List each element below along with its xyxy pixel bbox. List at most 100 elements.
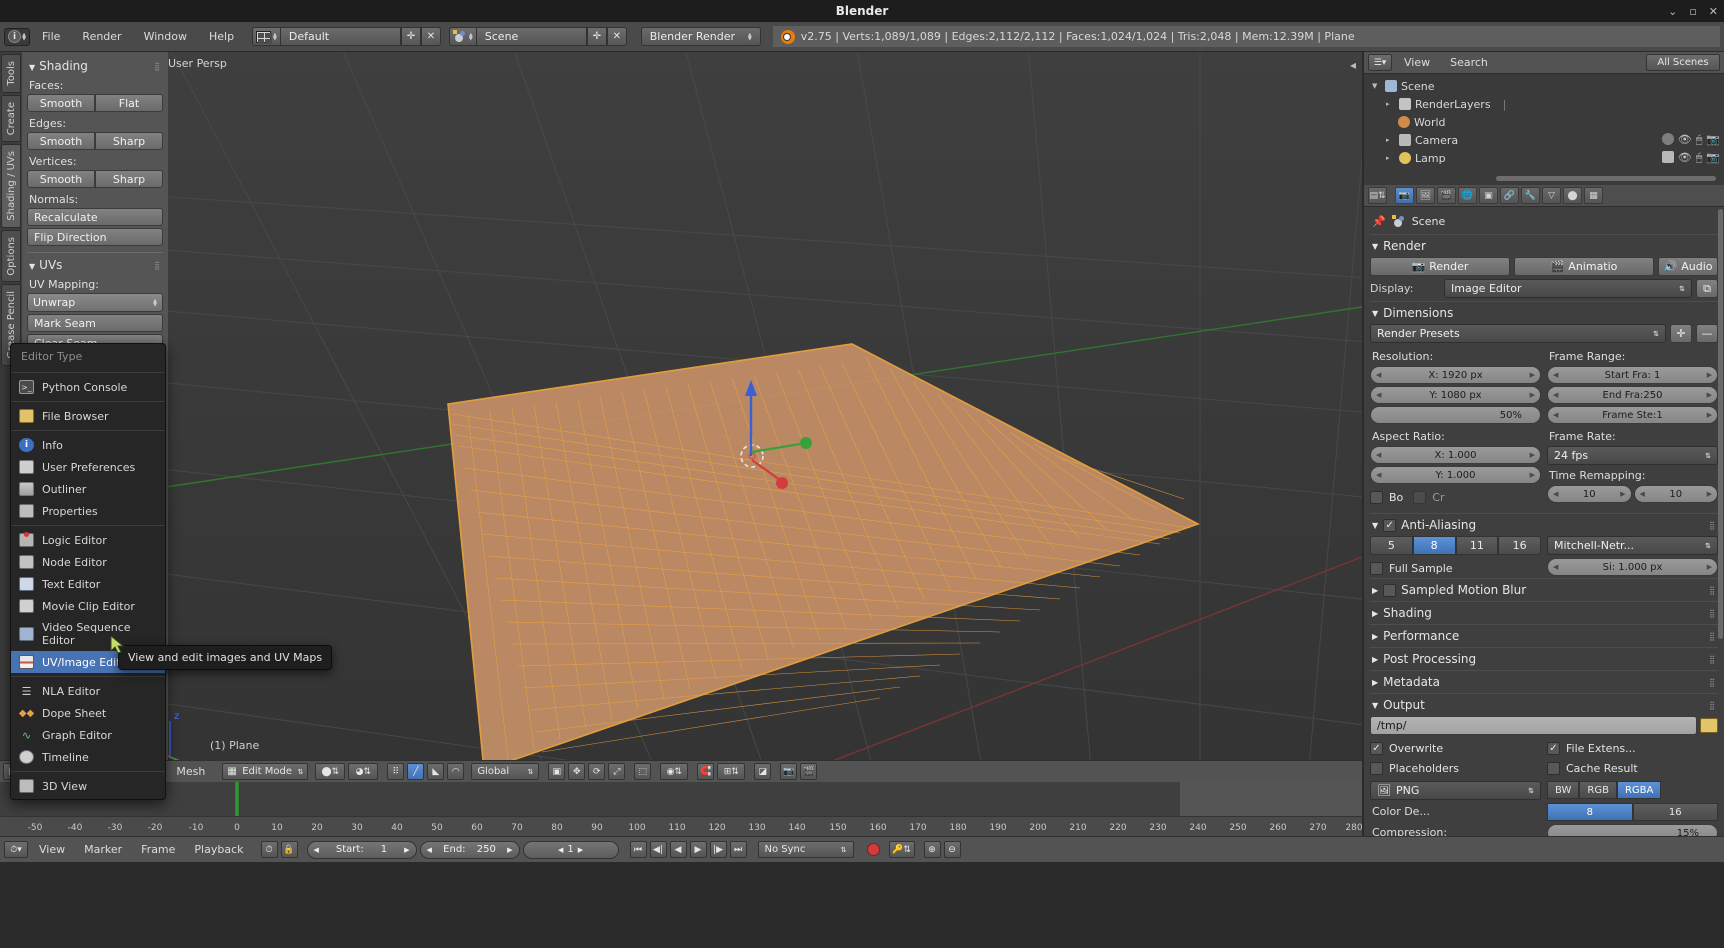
vertices-sharp-button[interactable]: Sharp <box>95 170 163 188</box>
aa-sample-8[interactable]: 8 <box>1412 536 1456 555</box>
arrow-left-icon[interactable]: ◀ <box>1553 391 1558 399</box>
motion-blur-checkbox[interactable] <box>1383 583 1397 597</box>
sidebar-item-options[interactable]: Options <box>1 229 21 283</box>
arrow-left-icon[interactable]: ◀ <box>1553 371 1558 379</box>
edges-sharp-button[interactable]: Sharp <box>95 132 163 150</box>
menu-item-timeline[interactable]: Timeline <box>11 746 165 768</box>
overwrite-row[interactable]: ✓ Overwrite <box>1370 738 1541 758</box>
crop-checkbox-row[interactable]: Cr <box>1413 487 1444 507</box>
timeline-menu-frame[interactable]: Frame <box>133 841 183 858</box>
output-path-field[interactable]: /tmp/ <box>1370 716 1697 735</box>
close-icon[interactable]: ✕ <box>1709 5 1718 18</box>
faces-flat-button[interactable]: Flat <box>95 94 163 112</box>
metadata-panel-header[interactable]: ▶ Metadata ⣿ <box>1370 670 1718 693</box>
outliner-menu-search[interactable]: Search <box>1442 54 1496 71</box>
outliner-row-toggles[interactable]: 👁 🖱 📷 <box>1661 151 1720 165</box>
delete-scene-button[interactable]: ✕ <box>606 27 627 46</box>
outliner-editor-type-button[interactable]: ☰▾ <box>1368 54 1392 71</box>
interaction-mode-select[interactable]: ▦ Edit Mode ⇅ <box>222 763 309 780</box>
render-animation-button[interactable]: 🎬 Animatio <box>1514 257 1654 276</box>
window-controls[interactable]: ⌄ ▫ ✕ <box>1668 0 1718 22</box>
menu-render[interactable]: Render <box>72 27 131 46</box>
timeline-area[interactable]: -50 -40 -30 -20 -10 0 10 20 30 40 50 60 … <box>0 782 1362 836</box>
sidebar-item-tools[interactable]: Tools <box>1 54 21 93</box>
color-mode-bw[interactable]: BW <box>1547 781 1580 799</box>
folder-icon[interactable] <box>1700 718 1718 733</box>
menu-window[interactable]: Window <box>134 27 197 46</box>
anti-aliasing-panel-header[interactable]: ▼ ✓ Anti-Aliasing ⣿ <box>1370 513 1718 536</box>
vertices-smooth-button[interactable]: Smooth <box>27 170 95 188</box>
timeline-menu-playback[interactable]: Playback <box>186 841 251 858</box>
menu-item-3d-view[interactable]: 3D View <box>11 775 165 797</box>
rotate-manipulator[interactable]: ⟳ <box>588 763 606 780</box>
camera-render-icon[interactable]: 📷 <box>1706 133 1720 147</box>
compression-slider[interactable]: 15% <box>1547 824 1718 836</box>
outliner-menu-view[interactable]: View <box>1396 54 1438 71</box>
remap-old-field[interactable]: ◀ 10 ▶ <box>1547 485 1632 503</box>
display-mode-select[interactable]: Image Editor ⇅ <box>1444 279 1692 298</box>
render-animation-small[interactable]: 🎬 <box>800 763 818 780</box>
play-reverse-button[interactable]: ◀ <box>669 841 687 858</box>
triangle-down-icon[interactable]: ▼ <box>1372 82 1381 90</box>
camera-render-icon[interactable]: 📷 <box>1706 151 1720 165</box>
timeline-menu-view[interactable]: View <box>31 841 73 858</box>
maximize-icon[interactable]: ▫ <box>1689 5 1696 18</box>
aa-sample-5[interactable]: 5 <box>1370 536 1413 555</box>
play-button[interactable]: ▶ <box>689 841 707 858</box>
properties-content[interactable]: 📌 Scene ▼ Render 📷 Render 🎬 Animatio 🔊 A… <box>1364 207 1724 836</box>
editor-type-menu[interactable]: Editor Type >_ Python Console File Brows… <box>10 343 166 800</box>
arrow-left-icon[interactable]: ◀ <box>1640 490 1645 498</box>
add-screen-button[interactable]: ✛ <box>400 27 421 46</box>
arrow-right-icon[interactable]: ▶ <box>1530 391 1535 399</box>
scene-browse-icon[interactable]: ▲ ▼ <box>448 27 477 46</box>
menu-file[interactable]: File <box>32 27 70 46</box>
edge-select-mode[interactable]: ╱ <box>407 763 425 780</box>
output-panel-header[interactable]: ▼ Output ⣿ <box>1370 693 1718 716</box>
outliner-tree[interactable]: ▼ Scene ▸ RenderLayers | World ▸ Camera <box>1364 74 1724 181</box>
color-mode-rgb[interactable]: RGB <box>1579 781 1617 799</box>
outliner-row-camera[interactable]: ▸ Camera 👁 🖱 📷 <box>1368 131 1720 149</box>
arrow-right-icon[interactable]: ▶ <box>1530 371 1535 379</box>
arrow-right-icon[interactable]: ▶ <box>1707 391 1712 399</box>
pivot-point-select[interactable]: ◉⇅ <box>660 763 689 780</box>
anti-aliasing-checkbox[interactable]: ✓ <box>1383 518 1397 532</box>
add-preset-button[interactable]: ✛ <box>1670 324 1692 343</box>
menu-item-properties[interactable]: Properties <box>11 500 165 522</box>
tab-texture[interactable]: ▦ <box>1584 187 1603 204</box>
crop-checkbox[interactable] <box>1413 490 1427 504</box>
file-format-select[interactable]: 🖼 PNG ⇅ <box>1370 781 1541 800</box>
render-engine-select[interactable]: Blender Render ▲ ▼ <box>640 27 761 46</box>
recalculate-button[interactable]: Recalculate <box>27 208 163 226</box>
timeline-playhead[interactable] <box>235 782 239 816</box>
jump-to-end-button[interactable]: ⏭ <box>729 841 747 858</box>
delete-keyframe-button[interactable]: ⊖ <box>943 841 961 858</box>
arrow-left-icon[interactable]: ◀ <box>1376 451 1381 459</box>
start-frame-field[interactable]: ◀ Start: 1 ▶ <box>306 840 417 859</box>
triangle-right-icon[interactable]: ▸ <box>1386 100 1395 108</box>
end-frame-field[interactable]: ◀ End: 250 ▶ <box>419 840 520 859</box>
snap-element-select[interactable]: ⊞⇅ <box>717 763 746 780</box>
outliner-row-renderlayers[interactable]: ▸ RenderLayers | <box>1368 95 1720 113</box>
aa-filter-select[interactable]: Mitchell-Netr... ⇅ <box>1547 536 1718 555</box>
arrow-left-icon[interactable]: ◀ <box>1376 391 1381 399</box>
sync-mode-select[interactable]: No Sync ⇅ <box>757 841 854 858</box>
resolution-x-field[interactable]: ◀ X: 1920 px ▶ <box>1370 366 1541 384</box>
aspect-x-field[interactable]: ◀ X: 1.000 ▶ <box>1370 446 1541 464</box>
render-audio-button[interactable]: 🔊 Audio <box>1658 257 1718 276</box>
arrow-left-icon[interactable]: ◀ <box>1553 411 1558 419</box>
performance-panel-header[interactable]: ▶ Performance ⣿ <box>1370 624 1718 647</box>
menu-item-python-console[interactable]: >_ Python Console <box>11 376 165 398</box>
render-button-small[interactable]: 📷 <box>780 763 798 780</box>
uvs-panel-header[interactable]: ▼ UVs ⣿ <box>27 255 163 275</box>
sidebar-item-shading-uvs[interactable]: Shading / UVs <box>1 143 21 228</box>
placeholders-checkbox[interactable] <box>1370 761 1383 775</box>
outliner-row-lamp[interactable]: ▸ Lamp 👁 🖱 📷 <box>1368 149 1720 167</box>
aa-sample-16[interactable]: 16 <box>1498 536 1541 555</box>
file-extensions-checkbox[interactable]: ✓ <box>1547 741 1560 755</box>
flip-direction-button[interactable]: Flip Direction <box>27 228 163 246</box>
outliner-row-scene[interactable]: ▼ Scene <box>1368 77 1720 95</box>
render-image-button[interactable]: 📷 Render <box>1370 257 1510 276</box>
frame-rate-select[interactable]: 24 fps ⇅ <box>1547 446 1718 465</box>
properties-scrollbar[interactable] <box>1718 209 1723 639</box>
shading-panel-header[interactable]: ▼ Shading ⣿ <box>27 56 163 76</box>
